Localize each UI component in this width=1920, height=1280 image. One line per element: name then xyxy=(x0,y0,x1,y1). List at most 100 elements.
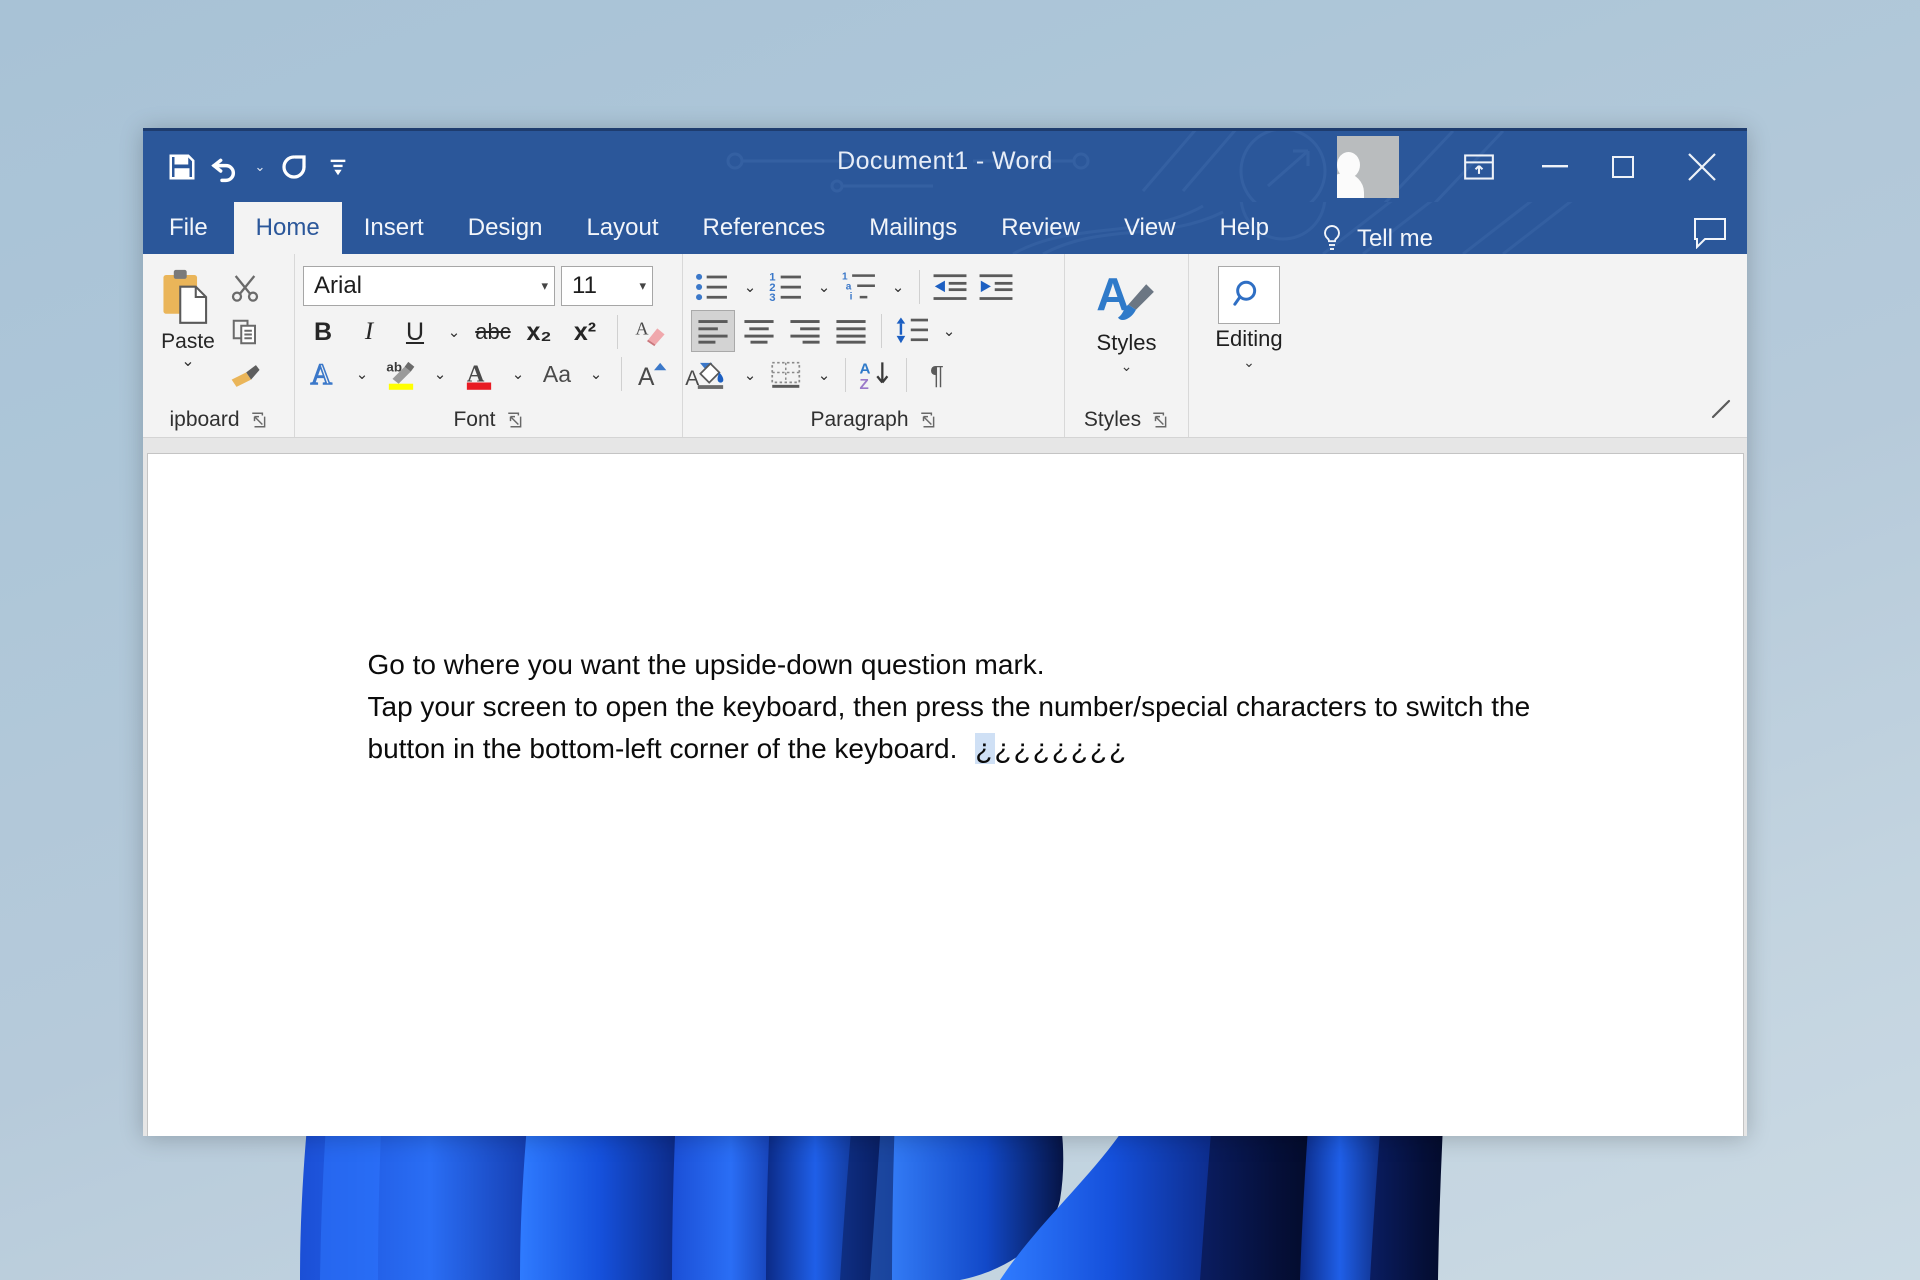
styles-dialog-launcher-icon[interactable] xyxy=(1151,411,1169,429)
text-effects-chevron-down-icon[interactable]: ⌄ xyxy=(349,354,375,394)
font-name-input[interactable]: Arial ▾ xyxy=(303,266,555,306)
line-spacing-chevron-down-icon[interactable]: ⌄ xyxy=(936,310,962,352)
underline-button[interactable]: U xyxy=(395,312,435,352)
svg-text:A: A xyxy=(638,364,655,390)
maximize-button[interactable] xyxy=(1589,131,1657,202)
change-case-chevron-down-icon[interactable]: ⌄ xyxy=(583,354,609,394)
undo-dropdown-chevron-down-icon[interactable]: ⌄ xyxy=(249,146,271,188)
tab-help-label: Help xyxy=(1219,214,1269,241)
align-left-button[interactable] xyxy=(691,310,735,352)
paragraph-label-text: Paragraph xyxy=(810,408,909,431)
numbering-button[interactable]: 1 2 3 xyxy=(765,266,809,308)
text-effects-button[interactable]: A xyxy=(303,354,343,394)
font-name-chevron-down-icon[interactable]: ▾ xyxy=(541,278,548,294)
tell-me-search[interactable]: Tell me xyxy=(1321,224,1433,254)
change-case-button[interactable]: Aa xyxy=(537,354,577,394)
underline-chevron-down-icon[interactable]: ⌄ xyxy=(441,312,467,352)
title-bar[interactable]: ⌄ Document1 - Word xyxy=(143,128,1747,202)
font-size-chevron-down-icon[interactable]: ▾ xyxy=(639,278,646,294)
multilevel-list-button[interactable]: 1 a i xyxy=(839,266,883,308)
tab-layout-label: Layout xyxy=(586,214,659,241)
tab-file-label: File xyxy=(169,214,208,241)
redo-icon[interactable] xyxy=(273,146,315,188)
bullets-chevron-down-icon[interactable]: ⌄ xyxy=(737,266,763,308)
borders-icon xyxy=(771,361,801,388)
italic-button[interactable]: I xyxy=(349,312,389,352)
tab-design[interactable]: Design xyxy=(446,202,565,254)
styles-button[interactable]: A Styles ⌄ xyxy=(1073,266,1180,375)
customize-qat-icon[interactable] xyxy=(317,146,359,188)
clear-formatting-icon: A xyxy=(635,318,665,347)
text-highlight-color-button[interactable]: ab xyxy=(381,354,421,394)
tab-file[interactable]: File xyxy=(143,202,234,254)
editing-chevron-down-icon[interactable]: ⌄ xyxy=(1243,354,1255,371)
editing-icon-box xyxy=(1218,266,1280,324)
font-color-button[interactable]: A xyxy=(459,354,499,394)
tab-mailings-label: Mailings xyxy=(869,214,958,241)
subscript-button[interactable]: x₂ xyxy=(519,312,559,352)
cut-button[interactable] xyxy=(225,270,265,306)
save-icon[interactable] xyxy=(161,146,203,188)
superscript-button[interactable]: x² xyxy=(565,312,605,352)
paragraph-dialog-launcher-icon[interactable] xyxy=(919,411,937,429)
increase-indent-button[interactable] xyxy=(974,266,1018,308)
styles-label-text: Styles xyxy=(1083,408,1142,431)
sort-button[interactable]: A Z xyxy=(854,354,898,396)
bullets-button[interactable] xyxy=(691,266,735,308)
close-button[interactable] xyxy=(1657,131,1747,202)
collapse-ribbon-icon[interactable] xyxy=(1709,397,1733,421)
tab-review[interactable]: Review xyxy=(979,202,1102,254)
svg-text:A: A xyxy=(635,318,649,338)
document-canvas: Go to where you want the upside-down que… xyxy=(143,438,1747,1136)
bullet-list-icon xyxy=(696,273,727,301)
show-formatting-marks-button[interactable]: ¶ xyxy=(915,354,959,396)
borders-button[interactable] xyxy=(765,354,809,396)
font-size-input[interactable]: 11 ▾ xyxy=(561,266,653,306)
tab-references[interactable]: References xyxy=(681,202,848,254)
font-color-chevron-down-icon[interactable]: ⌄ xyxy=(505,354,531,394)
document-page[interactable]: Go to where you want the upside-down que… xyxy=(146,453,1744,1136)
ribbon-display-options-icon[interactable] xyxy=(1437,131,1521,202)
tab-references-label: References xyxy=(702,214,826,241)
lightbulb-icon xyxy=(1323,225,1340,250)
bold-button[interactable]: B xyxy=(303,312,343,352)
copy-button[interactable] xyxy=(225,314,265,350)
shading-chevron-down-icon[interactable]: ⌄ xyxy=(737,354,763,396)
tab-view[interactable]: View xyxy=(1102,202,1198,254)
text-highlight-chevron-down-icon[interactable]: ⌄ xyxy=(427,354,453,394)
editing-button[interactable]: Editing ⌄ xyxy=(1197,266,1301,371)
quick-access-toolbar[interactable]: ⌄ xyxy=(143,146,359,188)
tab-layout[interactable]: Layout xyxy=(564,202,680,254)
clear-formatting-button[interactable]: A xyxy=(630,312,670,352)
format-painter-button[interactable] xyxy=(225,358,265,394)
avatar[interactable] xyxy=(1337,135,1399,198)
font-dialog-launcher-icon[interactable] xyxy=(506,411,524,429)
comments-button[interactable] xyxy=(1693,217,1727,254)
ribbon-tabs[interactable]: File Home Insert Design Layout Reference… xyxy=(143,202,1747,254)
line-spacing-button[interactable] xyxy=(890,310,934,352)
paste-button[interactable]: Paste ⌄ xyxy=(151,266,225,370)
tab-help[interactable]: Help xyxy=(1198,202,1291,254)
tab-mailings[interactable]: Mailings xyxy=(847,202,979,254)
justify-button[interactable] xyxy=(829,310,873,352)
align-right-button[interactable] xyxy=(783,310,827,352)
grow-font-button[interactable]: A xyxy=(634,354,674,394)
shading-button[interactable] xyxy=(691,354,735,396)
tab-insert[interactable]: Insert xyxy=(342,202,446,254)
multilevel-chevron-down-icon[interactable]: ⌄ xyxy=(885,266,911,308)
styles-chevron-down-icon[interactable]: ⌄ xyxy=(1121,358,1133,375)
minimize-button[interactable] xyxy=(1521,131,1589,202)
tab-home[interactable]: Home xyxy=(233,202,342,254)
clipboard-dialog-launcher-icon[interactable] xyxy=(250,411,268,429)
numbering-chevron-down-icon[interactable]: ⌄ xyxy=(811,266,837,308)
numbered-list-icon: 1 2 3 xyxy=(769,272,801,304)
align-center-button[interactable] xyxy=(737,310,781,352)
paste-chevron-down-icon[interactable]: ⌄ xyxy=(181,354,194,370)
strikethrough-button[interactable]: abc xyxy=(473,312,513,352)
undo-icon[interactable] xyxy=(205,146,247,188)
comment-icon xyxy=(1694,218,1726,250)
tab-view-label: View xyxy=(1123,214,1176,241)
borders-chevron-down-icon[interactable]: ⌄ xyxy=(811,354,837,396)
document-text[interactable]: Go to where you want the upside-down que… xyxy=(368,644,1698,770)
decrease-indent-button[interactable] xyxy=(928,266,972,308)
